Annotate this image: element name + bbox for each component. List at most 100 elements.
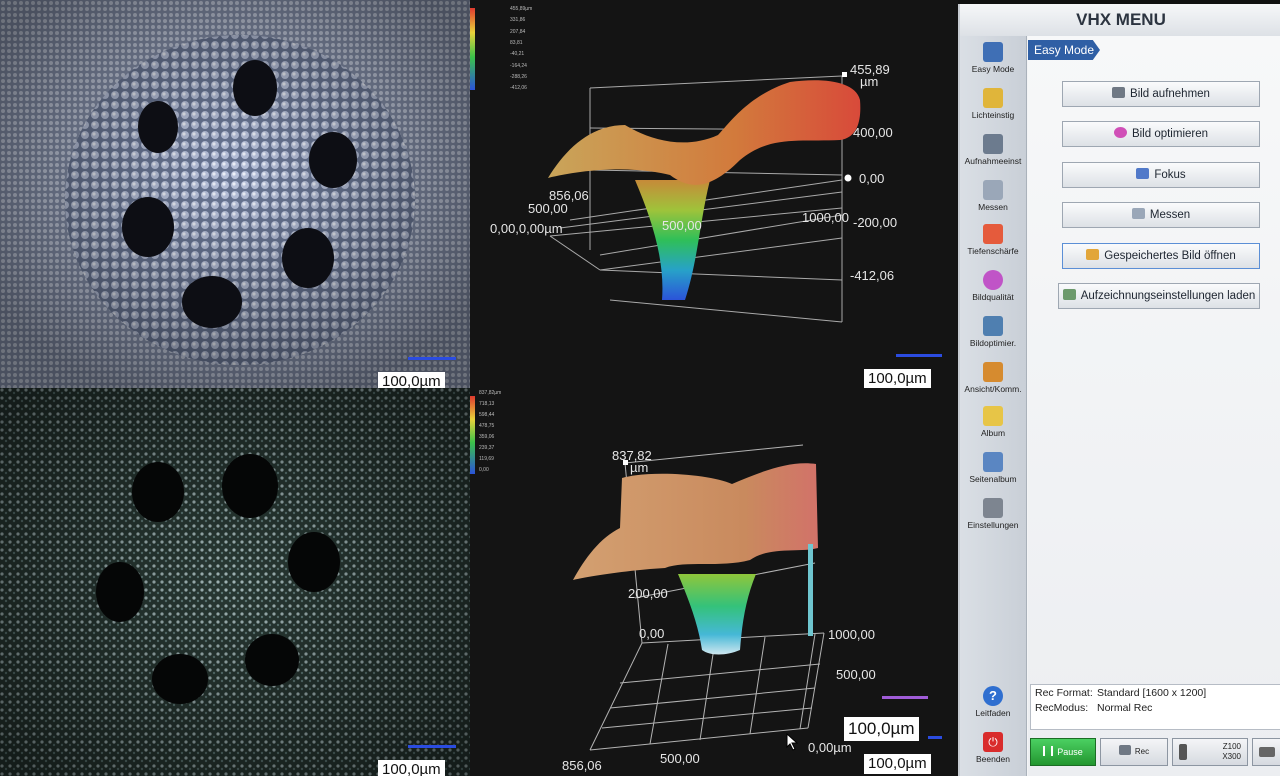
scale-bar	[896, 354, 942, 357]
sidebar-item-view-comment[interactable]: Ansicht/Komm.	[960, 360, 1026, 404]
zoom-x-label: X300	[1222, 752, 1241, 761]
rec-label: Rec	[1134, 747, 1150, 756]
y-tick-label: 500,00	[836, 667, 876, 682]
colorbar-max: 837,82µm	[479, 390, 502, 396]
max-marker	[842, 72, 847, 77]
colorbar-tick: 83,81	[510, 40, 523, 46]
recording-info: Rec Format: Standard [1600 x 1200] RecMo…	[1030, 684, 1280, 730]
optimize-image-button[interactable]: Bild optimieren	[1062, 121, 1260, 147]
page-album-icon	[983, 452, 1003, 472]
z-unit-label: µm	[630, 460, 649, 475]
lens-icon	[1179, 744, 1187, 760]
scale-bar	[408, 745, 456, 748]
capture-image-button[interactable]: Bild aufnehmen	[1062, 81, 1260, 107]
z-min-label: -412,06	[850, 268, 895, 283]
printer-icon	[1259, 747, 1275, 757]
sidebar-item-easy-mode[interactable]: Easy Mode	[960, 40, 1026, 84]
z-tick-label: -200,00	[853, 215, 898, 230]
x-tick-label: 1000,00	[828, 627, 875, 642]
sidebar-item-label: Seitenalbum	[969, 474, 1017, 484]
sidebar-item-image-optimize[interactable]: Bildoptimier.	[960, 314, 1026, 358]
view-comment-icon	[983, 362, 1003, 382]
colorbar-tick: 119,69	[479, 456, 494, 462]
button-label: Bild optimieren	[1131, 128, 1209, 140]
load-settings-icon	[1062, 289, 1076, 300]
open-saved-image-button[interactable]: Gespeichertes Bild öffnen	[1062, 243, 1260, 269]
cone-surface	[678, 574, 756, 655]
origin-label: 0,00,0,00µm	[490, 221, 563, 236]
colorbar-tick: 598,44	[479, 412, 495, 418]
button-label: Bild aufnehmen	[1130, 88, 1210, 100]
sidebar-item-album[interactable]: Album	[960, 404, 1026, 448]
micrograph-top-left: 100,0µm	[0, 0, 470, 388]
button-label: Messen	[1149, 209, 1191, 221]
tools-icon	[983, 498, 1003, 518]
open-image-icon	[1086, 249, 1100, 260]
print-button[interactable]	[1252, 738, 1280, 766]
rec-mode-value: Normal Rec	[1097, 702, 1153, 714]
x-tick-label: 856,06	[562, 758, 602, 773]
mode-tab[interactable]: Easy Mode	[1028, 40, 1100, 60]
micrograph-texture	[0, 388, 470, 776]
pause-button[interactable]: Pause	[1030, 738, 1096, 766]
image-optimize-icon	[983, 316, 1003, 336]
sidebar-item-depth[interactable]: Tiefenschärfe	[960, 222, 1026, 266]
height-map-3d-bottom: 837,82µm 718,13 598,44 478,75 359,06 239…	[470, 388, 958, 776]
colorbar-max: 455,89µm	[510, 6, 533, 12]
exit-button[interactable]: ⏻ Beenden	[960, 730, 1026, 774]
sidebar-item-settings[interactable]: Einstellungen	[960, 496, 1026, 540]
sidebar-item-label: Tiefenschärfe	[967, 246, 1019, 256]
origin-label: 0,00µm	[808, 740, 852, 755]
scale-label: 100,0µm	[864, 754, 931, 774]
help-button[interactable]: ? Leitfaden	[960, 684, 1026, 728]
measure-button[interactable]: Messen	[1062, 202, 1260, 228]
button-label: Aufzeichnungseinstellungen laden	[1080, 290, 1256, 302]
sidebar-item-label: Bildoptimier.	[969, 338, 1017, 348]
load-recording-settings-button[interactable]: Aufzeichnungseinstellungen laden	[1058, 283, 1260, 309]
micrograph-texture	[0, 0, 470, 388]
colorbar-tick: 478,75	[479, 423, 495, 429]
sidebar-item-label: Ansicht/Komm.	[964, 384, 1022, 394]
sidebar-item-capture-settings[interactable]: Aufnahmeeinst	[960, 132, 1026, 176]
zoom-indicator[interactable]: Z100 X300	[1172, 738, 1248, 766]
vhx-menu-panel: VHX MENU Easy Mode Lichteinstig Aufnahme…	[958, 4, 1280, 776]
sidebar-item-label: Easy Mode	[971, 64, 1015, 74]
pause-label: Pause	[1057, 747, 1083, 757]
colorbar-min: -412,06	[510, 85, 527, 91]
x-tick-label: 500,00	[660, 751, 700, 766]
camera-settings-icon	[983, 134, 1003, 154]
rec-mode-label: RecModus:	[1035, 702, 1089, 714]
colorbar-tick: 718,13	[479, 401, 495, 407]
help-icon: ?	[983, 686, 1003, 706]
sidebar-item-label: Bildqualität	[972, 292, 1014, 302]
height-map-3d-top: 455,89µm 331,86 207,84 83,81 -40,21 -164…	[470, 0, 958, 388]
rec-button[interactable]: Rec	[1100, 738, 1168, 766]
sidebar-item-measure[interactable]: Messen	[960, 178, 1026, 222]
folder-icon	[983, 406, 1003, 426]
z-tick-label: 400,00	[853, 125, 893, 140]
colorbar-tick: 359,06	[479, 434, 495, 440]
ruler-icon	[983, 180, 1003, 200]
sidebar-item-label: Einstellungen	[967, 520, 1019, 530]
sidebar-item-lighting[interactable]: Lichteinstig	[960, 86, 1026, 130]
color-wheel-icon	[1113, 127, 1127, 138]
person-icon	[983, 42, 1003, 62]
colorbar-tick: 207,84	[510, 29, 526, 35]
button-label: Gespeichertes Bild öffnen	[1104, 250, 1236, 262]
button-label: Fokus	[1154, 169, 1186, 181]
top-surface	[573, 463, 818, 580]
z-tick-label: 200,00	[628, 586, 668, 601]
focus-icon	[1136, 168, 1150, 179]
focus-button[interactable]: Fokus	[1062, 162, 1260, 188]
sidebar-item-page-album[interactable]: Seitenalbum	[960, 450, 1026, 494]
sidebar-item-label: Album	[980, 428, 1006, 438]
ruler-icon	[1131, 208, 1145, 219]
rec-format-value: Standard [1600 x 1200]	[1097, 687, 1207, 699]
bulb-icon	[983, 88, 1003, 108]
3d-surface-plot	[470, 8, 861, 323]
edge-wall	[808, 544, 813, 636]
sidebar-item-image-quality[interactable]: Bildqualität	[960, 268, 1026, 312]
exit-label: Beenden	[975, 754, 1011, 764]
scale-bar-purple	[882, 696, 928, 699]
z-tick-label: 0,00	[639, 626, 665, 641]
